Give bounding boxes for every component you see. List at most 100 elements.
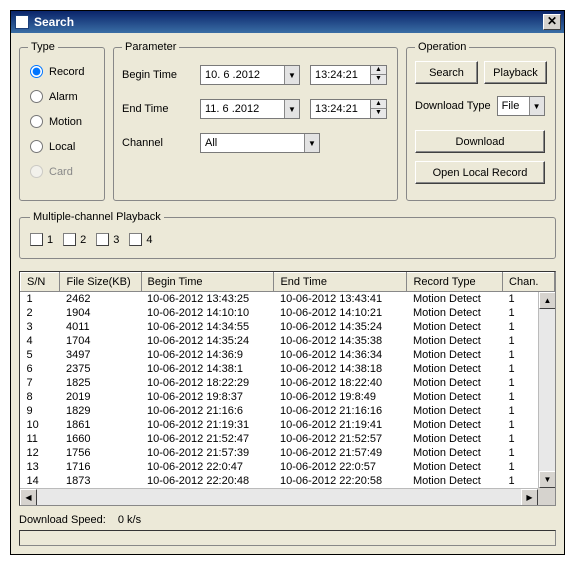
spinner-up-icon[interactable]: ▲	[371, 100, 386, 109]
end-date-value: 11. 6 .2012	[205, 103, 259, 115]
table-row[interactable]: 5349710-06-2012 14:36:910-06-2012 14:36:…	[21, 348, 555, 362]
type-option-local[interactable]: Local	[30, 140, 96, 153]
table-row[interactable]: 1246210-06-2012 13:43:2510-06-2012 13:43…	[21, 292, 555, 307]
app-icon	[15, 15, 29, 29]
dropdown-icon[interactable]: ▼	[284, 100, 299, 118]
type-option-motion[interactable]: Motion	[30, 115, 96, 128]
dropdown-icon[interactable]: ▼	[529, 97, 544, 115]
end-time-spinner[interactable]: ▲ ▼	[370, 99, 387, 119]
table-cell: 2	[21, 306, 60, 320]
col-header[interactable]: End Time	[274, 273, 407, 292]
type-radio[interactable]	[30, 140, 43, 153]
begin-time-spinner[interactable]: ▲ ▼	[370, 65, 387, 85]
table-cell: 3	[21, 320, 60, 334]
open-local-record-button[interactable]: Open Local Record	[415, 161, 545, 184]
type-label: Card	[49, 166, 73, 178]
mc-check-3[interactable]: 3	[96, 233, 119, 246]
spinner-up-icon[interactable]: ▲	[371, 66, 386, 75]
content-area: Type RecordAlarmMotionLocalCard Paramete…	[11, 33, 564, 554]
spinner-down-icon[interactable]: ▼	[371, 75, 386, 84]
table-row[interactable]: 10186110-06-2012 21:19:3110-06-2012 21:1…	[21, 418, 555, 432]
type-option-alarm[interactable]: Alarm	[30, 90, 96, 103]
results-table[interactable]: S/NFile Size(KB)Begin TimeEnd TimeRecord…	[20, 272, 555, 488]
table-cell: 4	[21, 334, 60, 348]
titlebar[interactable]: Search ✕	[11, 11, 564, 33]
col-header[interactable]: File Size(KB)	[60, 273, 141, 292]
horizontal-scrollbar[interactable]: ◀ ▶	[20, 488, 538, 505]
begin-date-input[interactable]: 10. 6 .2012 ▼	[200, 65, 300, 85]
mc-check-4[interactable]: 4	[129, 233, 152, 246]
type-radio[interactable]	[30, 115, 43, 128]
search-button[interactable]: Search	[415, 61, 478, 84]
table-cell: 1873	[60, 474, 141, 488]
table-cell: 12	[21, 446, 60, 460]
table-cell: Motion Detect	[407, 306, 503, 320]
mc-check-label: 2	[80, 234, 86, 246]
scrollbar-corner	[538, 488, 555, 505]
type-radio[interactable]	[30, 90, 43, 103]
channel-select[interactable]: All ▼	[200, 133, 320, 153]
type-label: Motion	[49, 116, 82, 128]
scroll-down-icon[interactable]: ▼	[539, 471, 556, 488]
mc-check-1[interactable]: 1	[30, 233, 53, 246]
table-cell: 8	[21, 390, 60, 404]
playback-button[interactable]: Playback	[484, 61, 547, 84]
col-header[interactable]: Record Type	[407, 273, 503, 292]
table-row[interactable]: 11166010-06-2012 21:52:4710-06-2012 21:5…	[21, 432, 555, 446]
table-cell: Motion Detect	[407, 404, 503, 418]
table-cell: 2019	[60, 390, 141, 404]
type-legend: Type	[28, 41, 58, 53]
checkbox-icon[interactable]	[30, 233, 43, 246]
table-cell: 2462	[60, 292, 141, 307]
table-cell: 4011	[60, 320, 141, 334]
checkbox-icon[interactable]	[96, 233, 109, 246]
download-speed-value: 0 k/s	[118, 514, 141, 526]
table-row[interactable]: 8201910-06-2012 19:8:3710-06-2012 19:8:4…	[21, 390, 555, 404]
download-button[interactable]: Download	[415, 130, 545, 153]
table-cell: 10-06-2012 18:22:29	[141, 376, 274, 390]
begin-time-input[interactable]: 13:24:21	[310, 65, 370, 85]
table-row[interactable]: 14187310-06-2012 22:20:4810-06-2012 22:2…	[21, 474, 555, 488]
table-row[interactable]: 9182910-06-2012 21:16:610-06-2012 21:16:…	[21, 404, 555, 418]
download-type-select[interactable]: File ▼	[497, 96, 545, 116]
table-row[interactable]: 7182510-06-2012 18:22:2910-06-2012 18:22…	[21, 376, 555, 390]
end-date-input[interactable]: 11. 6 .2012 ▼	[200, 99, 300, 119]
type-radio[interactable]	[30, 65, 43, 78]
scroll-right-icon[interactable]: ▶	[521, 489, 538, 506]
table-cell: Motion Detect	[407, 376, 503, 390]
end-time-input[interactable]: 13:24:21	[310, 99, 370, 119]
spinner-down-icon[interactable]: ▼	[371, 109, 386, 118]
table-row[interactable]: 13171610-06-2012 22:0:4710-06-2012 22:0:…	[21, 460, 555, 474]
table-row[interactable]: 12175610-06-2012 21:57:3910-06-2012 21:5…	[21, 446, 555, 460]
scroll-left-icon[interactable]: ◀	[20, 489, 37, 506]
table-cell: 1704	[60, 334, 141, 348]
checkbox-icon[interactable]	[129, 233, 142, 246]
table-cell: 10-06-2012 14:36:34	[274, 348, 407, 362]
dropdown-icon[interactable]: ▼	[304, 134, 319, 152]
mc-check-label: 1	[47, 234, 53, 246]
table-row[interactable]: 4170410-06-2012 14:35:2410-06-2012 14:35…	[21, 334, 555, 348]
table-cell: 1829	[60, 404, 141, 418]
table-cell: 13	[21, 460, 60, 474]
col-header[interactable]: Chan.	[503, 273, 555, 292]
col-header[interactable]: Begin Time	[141, 273, 274, 292]
dropdown-icon[interactable]: ▼	[284, 66, 299, 84]
scroll-up-icon[interactable]: ▲	[539, 292, 556, 309]
type-option-record[interactable]: Record	[30, 65, 96, 78]
table-cell: 1660	[60, 432, 141, 446]
table-cell: 10-06-2012 14:38:18	[274, 362, 407, 376]
checkbox-icon[interactable]	[63, 233, 76, 246]
table-row[interactable]: 6237510-06-2012 14:38:110-06-2012 14:38:…	[21, 362, 555, 376]
table-cell: 7	[21, 376, 60, 390]
channel-value: All	[205, 137, 217, 149]
table-row[interactable]: 3401110-06-2012 14:34:5510-06-2012 14:35…	[21, 320, 555, 334]
col-header[interactable]: S/N	[21, 273, 60, 292]
table-cell: 10-06-2012 14:35:24	[141, 334, 274, 348]
close-button[interactable]: ✕	[543, 14, 561, 30]
mc-check-2[interactable]: 2	[63, 233, 86, 246]
type-label: Alarm	[49, 91, 78, 103]
table-row[interactable]: 2190410-06-2012 14:10:1010-06-2012 14:10…	[21, 306, 555, 320]
table-cell: Motion Detect	[407, 320, 503, 334]
table-cell: Motion Detect	[407, 460, 503, 474]
vertical-scrollbar[interactable]: ▲ ▼	[538, 292, 555, 488]
